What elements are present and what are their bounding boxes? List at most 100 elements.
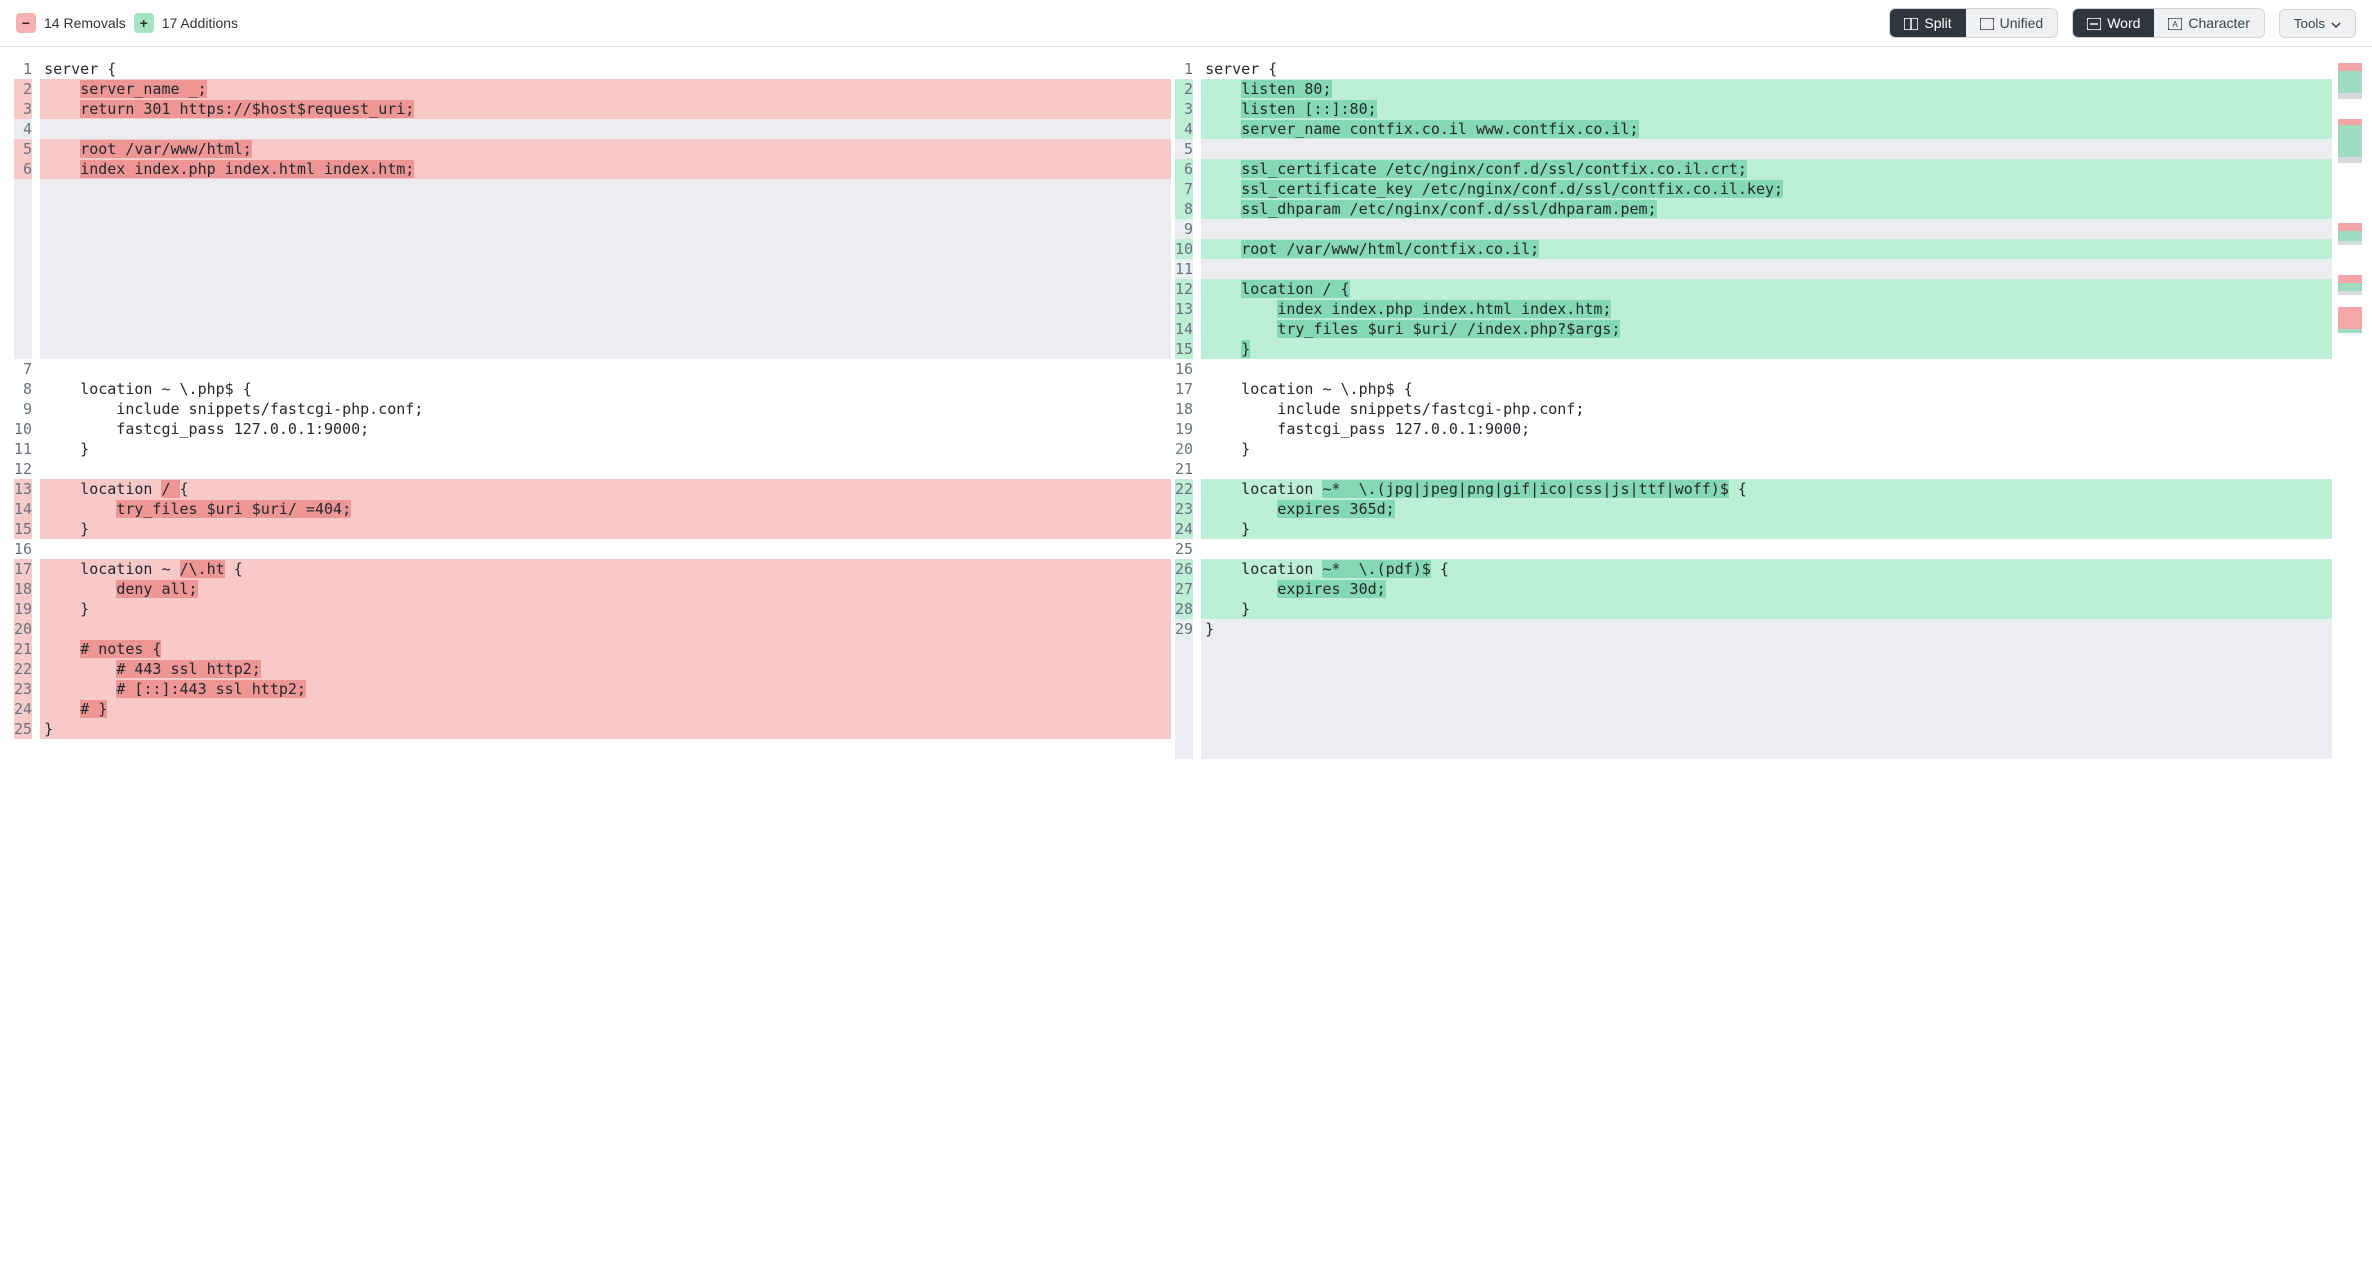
unified-view-button[interactable]: Unified (1966, 9, 2058, 37)
code-line[interactable] (1201, 219, 2332, 239)
code-line[interactable] (40, 279, 1171, 299)
code-line[interactable]: location ~* \.(pdf)$ { (1201, 559, 2332, 579)
code-line[interactable]: } (40, 599, 1171, 619)
code-line[interactable]: } (1201, 339, 2332, 359)
line-number: 16 (1175, 359, 1193, 379)
code-line[interactable]: } (40, 519, 1171, 539)
code-line[interactable]: return 301 https://$host$request_uri; (40, 99, 1171, 119)
code-line[interactable]: expires 30d; (1201, 579, 2332, 599)
code-line[interactable]: include snippets/fastcgi-php.conf; (1201, 399, 2332, 419)
code-line[interactable]: fastcgi_pass 127.0.0.1:9000; (40, 419, 1171, 439)
line-number: 9 (14, 399, 32, 419)
code-line[interactable]: # } (40, 699, 1171, 719)
line-number: 4 (14, 119, 32, 139)
code-line[interactable] (1201, 739, 2332, 759)
line-number: 22 (1175, 479, 1193, 499)
code-line[interactable]: server_name _; (40, 79, 1171, 99)
character-granularity-button[interactable]: A Character (2154, 9, 2263, 37)
code-line[interactable] (40, 239, 1171, 259)
minimap-segment[interactable] (2338, 245, 2362, 275)
line-number: 17 (1175, 379, 1193, 399)
line-number: 18 (1175, 399, 1193, 419)
code-line[interactable]: try_files $uri $uri/ /index.php?$args; (1201, 319, 2332, 339)
code-line[interactable] (40, 119, 1171, 139)
code-line[interactable]: location / { (1201, 279, 2332, 299)
code-line[interactable]: root /var/www/html; (40, 139, 1171, 159)
code-line[interactable] (1201, 459, 2332, 479)
minimap-segment[interactable] (2338, 283, 2362, 291)
code-line[interactable]: } (1201, 439, 2332, 459)
minimap-segment[interactable] (2338, 99, 2362, 119)
code-line[interactable]: expires 365d; (1201, 499, 2332, 519)
minimap-segment[interactable] (2338, 71, 2362, 93)
code-line[interactable]: listen 80; (1201, 79, 2332, 99)
code-line[interactable]: fastcgi_pass 127.0.0.1:9000; (1201, 419, 2332, 439)
code-line[interactable]: server { (1201, 59, 2332, 79)
code-line[interactable] (1201, 359, 2332, 379)
split-icon (1904, 17, 1918, 29)
code-line[interactable] (40, 179, 1171, 199)
code-line[interactable] (40, 299, 1171, 319)
code-line[interactable] (40, 319, 1171, 339)
minimap-segment[interactable] (2338, 295, 2362, 307)
code-line[interactable]: location ~ /\.ht { (40, 559, 1171, 579)
code-line[interactable]: listen [::]:80; (1201, 99, 2332, 119)
code-line[interactable]: deny all; (40, 579, 1171, 599)
code-line[interactable] (1201, 659, 2332, 679)
word-granularity-button[interactable]: Word (2073, 9, 2154, 37)
minimap-segment[interactable] (2338, 125, 2362, 157)
right-code[interactable]: server { listen 80; listen [::]:80; serv… (1201, 59, 2332, 759)
line-number: 6 (1175, 159, 1193, 179)
code-line[interactable]: } (1201, 519, 2332, 539)
line-number: 23 (14, 679, 32, 699)
code-line[interactable]: root /var/www/html/contfix.co.il; (1201, 239, 2332, 259)
code-line[interactable]: try_files $uri $uri/ =404; (40, 499, 1171, 519)
code-line[interactable] (1201, 259, 2332, 279)
code-line[interactable]: # notes { (40, 639, 1171, 659)
code-line[interactable]: } (1201, 619, 2332, 639)
code-line[interactable] (1201, 679, 2332, 699)
code-line[interactable] (1201, 719, 2332, 739)
code-line[interactable] (40, 459, 1171, 479)
code-line[interactable]: # 443 ssl http2; (40, 659, 1171, 679)
code-line[interactable] (40, 359, 1171, 379)
code-line[interactable] (1201, 139, 2332, 159)
minimap-segment[interactable] (2338, 231, 2362, 241)
code-line[interactable]: # [::]:443 ssl http2; (40, 679, 1171, 699)
code-line[interactable]: include snippets/fastcgi-php.conf; (40, 399, 1171, 419)
code-line[interactable]: index index.php index.html index.htm; (1201, 299, 2332, 319)
code-line[interactable] (40, 199, 1171, 219)
code-line[interactable]: server { (40, 59, 1171, 79)
code-line[interactable]: location ~ \.php$ { (1201, 379, 2332, 399)
code-line[interactable]: location ~* \.(jpg|jpeg|png|gif|ico|css|… (1201, 479, 2332, 499)
split-view-button[interactable]: Split (1890, 9, 1965, 37)
minimap-segment[interactable] (2338, 163, 2362, 223)
code-line[interactable]: } (40, 439, 1171, 459)
minimap-segment[interactable] (2338, 63, 2362, 71)
code-line[interactable]: location ~ \.php$ { (40, 379, 1171, 399)
code-line[interactable] (40, 539, 1171, 559)
code-line[interactable]: location / { (40, 479, 1171, 499)
code-line[interactable]: ssl_certificate /etc/nginx/conf.d/ssl/co… (1201, 159, 2332, 179)
code-line[interactable]: ssl_certificate_key /etc/nginx/conf.d/ss… (1201, 179, 2332, 199)
code-line[interactable] (40, 619, 1171, 639)
code-line[interactable]: } (40, 719, 1171, 739)
code-line[interactable] (1201, 699, 2332, 719)
diff-minimap[interactable] (2338, 59, 2362, 759)
minimap-segment[interactable] (2338, 223, 2362, 231)
code-line[interactable] (40, 259, 1171, 279)
code-line[interactable] (1201, 639, 2332, 659)
code-line[interactable]: server_name contfix.co.il www.contfix.co… (1201, 119, 2332, 139)
code-line[interactable] (1201, 539, 2332, 559)
code-line[interactable]: ssl_dhparam /etc/nginx/conf.d/ssl/dhpara… (1201, 199, 2332, 219)
left-code[interactable]: server { server_name _; return 301 https… (40, 59, 1171, 759)
code-line[interactable] (40, 219, 1171, 239)
minimap-segment[interactable] (2338, 329, 2362, 333)
minimap-segment[interactable] (2338, 275, 2362, 283)
code-line[interactable] (40, 339, 1171, 359)
code-line[interactable]: index index.php index.html index.htm; (40, 159, 1171, 179)
code-line[interactable]: } (1201, 599, 2332, 619)
removals-label: Removals (63, 15, 125, 31)
tools-button[interactable]: Tools (2279, 9, 2356, 38)
minimap-segment[interactable] (2338, 307, 2362, 329)
